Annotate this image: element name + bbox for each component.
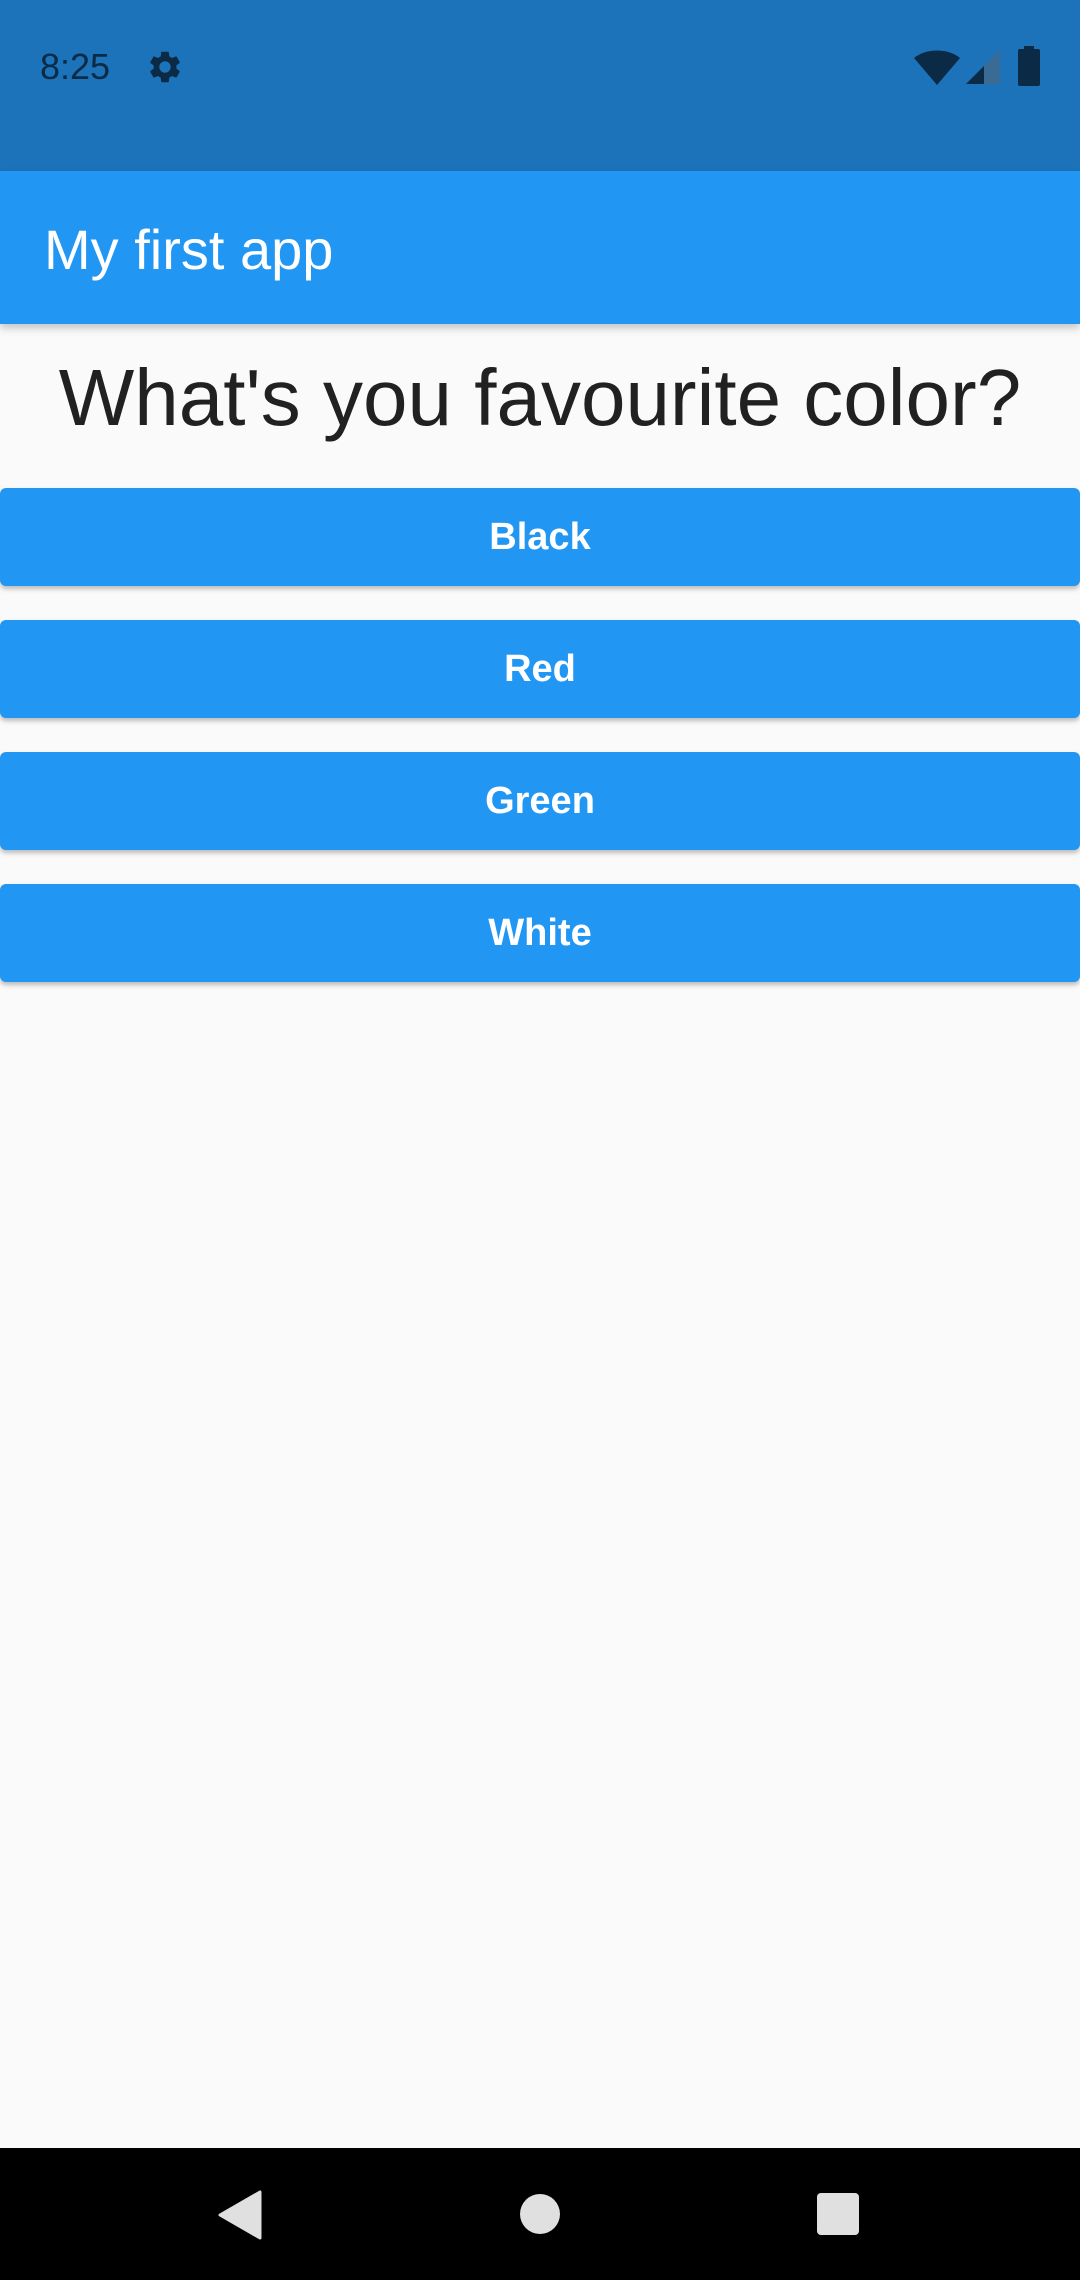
navigation-bar <box>0 2148 1080 2280</box>
wifi-icon <box>914 50 960 85</box>
app-bar: My first app <box>0 171 1080 324</box>
answer-button-green[interactable]: Green <box>0 752 1080 850</box>
answer-button-white[interactable]: White <box>0 884 1080 982</box>
answer-button-black[interactable]: Black <box>0 488 1080 586</box>
home-icon[interactable] <box>520 2194 560 2234</box>
app-title: My first app <box>44 218 334 281</box>
app-screen: 8:25 My first app What's you favourite c… <box>0 0 1080 2280</box>
signal-icon <box>966 50 1000 84</box>
status-bar: 8:25 <box>0 0 1080 171</box>
battery-icon <box>1018 46 1040 86</box>
recents-icon[interactable] <box>817 2193 859 2235</box>
gear-icon <box>150 51 180 83</box>
status-time: 8:25 <box>40 46 111 87</box>
question-text: What's you favourite color? <box>58 353 1022 442</box>
back-icon[interactable] <box>218 2190 262 2240</box>
answer-button-red[interactable]: Red <box>0 620 1080 718</box>
